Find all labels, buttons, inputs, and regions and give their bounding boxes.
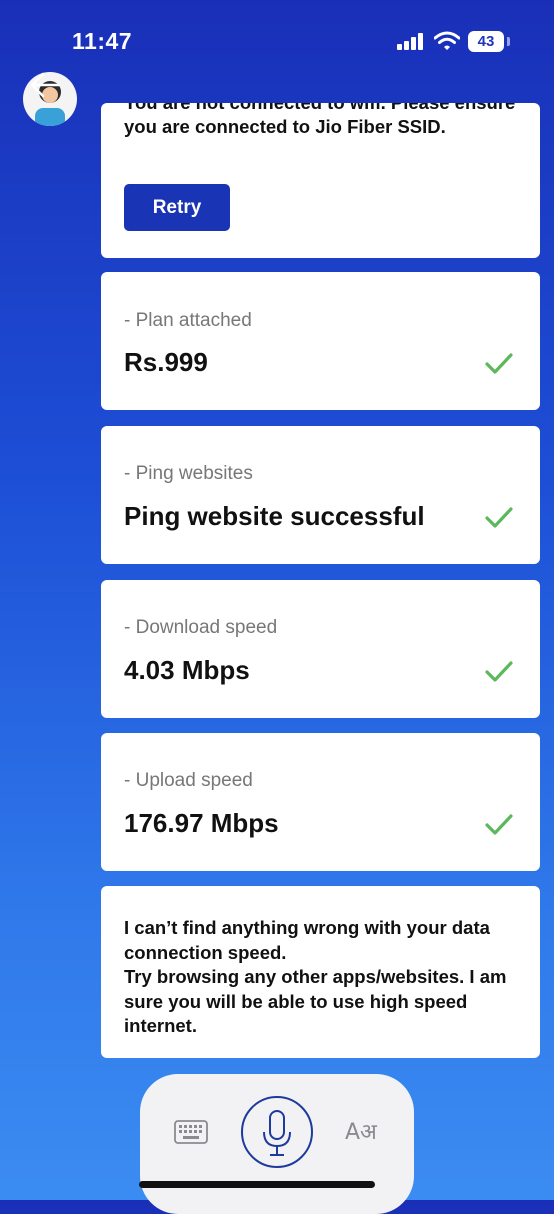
input-mode-bar: Aअ [140,1074,414,1214]
checkmark-icon [485,814,513,835]
check-value: 4.03 Mbps [124,655,250,685]
status-time: 11:47 [72,28,133,54]
wifi-icon [434,31,460,50]
summary-text: I can’t find anything wrong with your da… [124,917,507,1036]
status-bar: 11:47 43 [0,0,554,80]
check-label: - Plan attached [124,310,252,331]
upload-speed-card: - Upload speed 176.97 Mbps [101,733,540,871]
microphone-button[interactable] [241,1096,313,1168]
battery-icon: 43 [468,31,504,52]
home-indicator [139,1181,375,1188]
language-icon[interactable]: Aअ [345,1116,381,1146]
microphone-icon [263,1110,291,1156]
retry-button[interactable]: Retry [124,184,230,231]
checkmark-icon [485,661,513,682]
checkmark-icon [485,353,513,374]
download-speed-card: - Download speed 4.03 Mbps [101,580,540,718]
check-value: 176.97 Mbps [124,808,279,838]
summary-card: I can’t find anything wrong with your da… [101,886,540,1058]
keyboard-icon[interactable] [174,1120,208,1144]
wifi-warning-card: You are not connected to wifi. Please en… [101,103,540,258]
ping-websites-card: - Ping websites Ping website successful [101,426,540,564]
check-label: - Ping websites [124,463,253,484]
battery-tip [507,37,510,46]
check-value: Rs.999 [124,347,208,377]
checkmark-icon [485,507,513,528]
language-glyph: Aअ [345,1120,377,1145]
check-label: - Download speed [124,617,278,638]
wifi-warning-message: You are not connected to wifi. Please en… [124,103,515,137]
plan-attached-card: - Plan attached Rs.999 [101,272,540,410]
check-label: - Upload speed [124,770,253,791]
check-value: Ping website successful [124,501,425,531]
back-arrow-icon[interactable] [28,70,62,100]
cellular-signal-icon [397,32,425,50]
